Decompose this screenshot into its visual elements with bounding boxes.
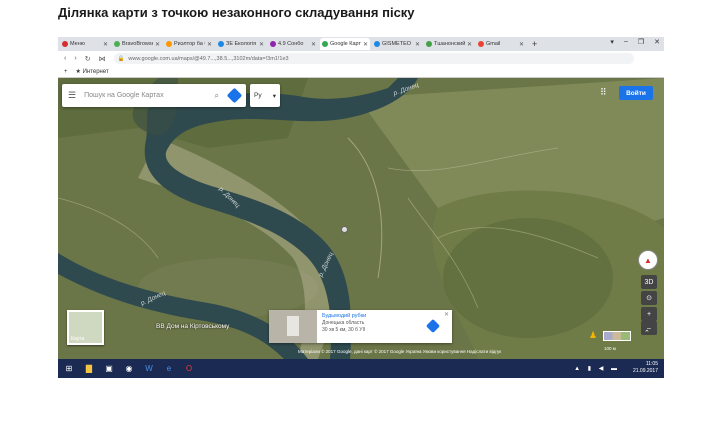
close-icon[interactable]: ✕ <box>363 41 368 48</box>
forward-icon[interactable]: › <box>74 55 76 62</box>
close-icon[interactable]: ✕ <box>259 41 264 48</box>
search-icon[interactable]: ⌕ <box>215 91 219 101</box>
close-icon[interactable]: ✕ <box>467 41 472 48</box>
tab-favicon-icon <box>62 41 68 47</box>
new-tab-button[interactable]: + <box>532 39 537 49</box>
app-icon[interactable]: ▣ <box>102 362 116 375</box>
add-bookmark-icon[interactable]: + <box>64 69 68 75</box>
tab-favicon-icon <box>478 41 484 47</box>
language-select[interactable]: Ру ▾ <box>250 84 280 107</box>
dropdown-icon[interactable]: ▾ <box>610 38 614 46</box>
search-box[interactable]: ☰ Пошук на Google Картах ⌕ <box>62 84 246 107</box>
bookmarks-bar: + ★ Интернет <box>58 66 664 78</box>
compass-icon[interactable]: ▲ <box>638 250 658 270</box>
restore-icon[interactable]: ❐ <box>638 38 644 46</box>
browser-tab[interactable]: BravoBrowse ✕ <box>112 38 162 50</box>
layers-thumbnails[interactable] <box>603 331 631 341</box>
tab-favicon-icon <box>426 41 432 47</box>
map-type-switcher[interactable]: Карта <box>67 310 104 345</box>
browser-tab[interactable]: Gmail ✕ <box>476 38 526 50</box>
page-title: Ділянка карти з точкою незаконного склад… <box>58 5 415 20</box>
close-icon[interactable]: ✕ <box>103 41 108 48</box>
close-icon[interactable]: ✕ <box>415 41 420 48</box>
satellite-map[interactable]: ☰ Пошук на Google Картах ⌕ Ру ▾ ⠿ Войти … <box>58 78 664 359</box>
tab-favicon-icon <box>270 41 276 47</box>
pegman-icon[interactable]: ♟ <box>589 330 597 341</box>
place-thumbnail[interactable] <box>269 310 317 343</box>
browser-tab[interactable]: ЗЕ Екологія ✕ <box>216 38 266 50</box>
browser-tab[interactable]: Тшанонский ✕ <box>424 38 474 50</box>
close-icon[interactable]: ✕ <box>519 41 524 48</box>
close-icon[interactable]: ✕ <box>311 41 316 48</box>
back-icon[interactable]: ‹ <box>64 55 66 62</box>
reload-icon[interactable]: ↻ <box>85 55 91 63</box>
tab-favicon-icon <box>322 41 328 47</box>
address-bar: ‹ › ↻ ⋈ 🔒 www.google.com.ua/maps/@49.7..… <box>58 51 664 66</box>
minimize-icon[interactable]: – <box>624 38 628 46</box>
close-icon[interactable]: ✕ <box>207 41 212 48</box>
my-location-icon[interactable]: ⊙ <box>641 291 657 305</box>
browser-screenshot: Меню✕ BravoBrowse✕ Риэлтор ба бр✕ ЗЕ Еко… <box>58 37 664 378</box>
browser-tab[interactable]: Меню ✕ <box>60 38 110 50</box>
extensions-icon[interactable]: ⋈ <box>99 55 106 63</box>
url-input[interactable]: 🔒 www.google.com.ua/maps/@49.7...,38.5..… <box>113 53 634 64</box>
expand-icon[interactable]: ⌃ <box>644 329 650 337</box>
tab-favicon-icon <box>374 41 380 47</box>
browser-tab[interactable]: GISMETEO ✕ <box>372 38 422 50</box>
scale-bar[interactable]: 100 м <box>604 346 616 351</box>
place-label[interactable]: ВВ Дом на Кіртовському <box>156 323 229 330</box>
chevron-down-icon: ▾ <box>272 92 276 100</box>
apps-grid-icon[interactable]: ⠿ <box>600 87 607 98</box>
window-controls: ▾ – ❐ ✕ <box>610 38 660 46</box>
windows-start-icon[interactable]: ⊞ <box>62 362 76 375</box>
lock-icon: 🔒 <box>117 55 125 62</box>
word-icon[interactable]: W <box>142 362 156 375</box>
menu-icon[interactable]: ☰ <box>68 90 76 101</box>
file-explorer-icon[interactable]: ▇ <box>82 362 96 375</box>
bookmark-item[interactable]: ★ Интернет <box>76 68 109 75</box>
map-footer: Матеріали © 2017 Google, дані карт © 201… <box>298 349 502 354</box>
browser-tab[interactable]: Риэлтор ба бр✕ <box>164 38 214 50</box>
internet-explorer-icon[interactable]: e <box>162 362 176 375</box>
system-tray-icons[interactable]: ▲ ▮ ◀ ▬ <box>574 365 620 372</box>
tab-favicon-icon <box>114 41 120 47</box>
directions-icon[interactable] <box>226 87 243 104</box>
tab-favicon-icon <box>166 41 172 47</box>
close-window-icon[interactable]: ✕ <box>654 38 660 46</box>
browser-tab[interactable]: 4.9 Сонбо ✕ <box>268 38 318 50</box>
clock[interactable]: 11:05 21.09.2017 <box>633 361 658 375</box>
close-icon[interactable]: ✕ <box>155 41 160 48</box>
tab-strip: Меню✕ BravoBrowse✕ Риэлтор ба бр✕ ЗЕ Еко… <box>58 37 664 51</box>
zoom-in-button[interactable]: + <box>641 307 657 321</box>
browser-tab-active[interactable]: Google Карти ✕ <box>320 38 370 50</box>
place-info-card[interactable]: Будьмодий рубки Донецька область 30 хв 5… <box>269 310 452 343</box>
location-pin-icon[interactable] <box>341 226 348 233</box>
3d-toggle-button[interactable]: 3D <box>641 275 657 289</box>
app-icon[interactable]: ◉ <box>122 362 136 375</box>
signin-button[interactable]: Войти <box>619 86 653 100</box>
search-input[interactable]: Пошук на Google Картах <box>84 92 214 99</box>
close-icon[interactable]: ✕ <box>444 311 449 318</box>
opera-icon[interactable]: O <box>182 362 196 375</box>
windows-taskbar: ⊞ ▇ ▣ ◉ W e O ▲ ▮ ◀ ▬ 11:05 21.09.2017 <box>58 359 664 378</box>
tab-favicon-icon <box>218 41 224 47</box>
